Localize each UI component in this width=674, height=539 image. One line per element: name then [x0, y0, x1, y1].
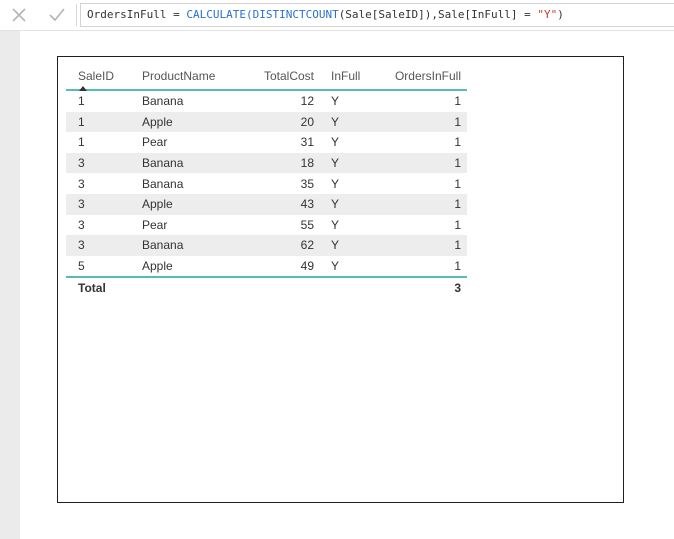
column-header-label: SaleID — [78, 69, 115, 83]
close-icon — [12, 8, 26, 22]
cell-productname: Banana — [130, 235, 234, 256]
column-header-label: OrdersInFull — [394, 69, 461, 83]
total-empty-cell — [234, 277, 314, 298]
checkmark-icon — [49, 8, 65, 22]
cell-ordersinfull: 1 — [379, 111, 467, 133]
table-row[interactable]: 5 Apple 49 Y 1 — [66, 255, 467, 279]
formula-input[interactable]: OrdersInFull = CALCULATE(DISTINCTCOUNT(S… — [80, 3, 674, 27]
data-table: SaleID ProductName TotalCost InFull Orde… — [66, 63, 467, 298]
cell-infull: Y — [314, 235, 379, 256]
cell-infull: Y — [314, 111, 379, 133]
measure-name: OrdersInFull — [87, 8, 167, 21]
table-row[interactable]: 1 Pear 31 Y 1 — [66, 132, 467, 153]
cell-ordersinfull: 1 — [379, 173, 467, 194]
column-header-ordersinfull[interactable]: OrdersInFull — [379, 63, 467, 91]
cell-totalcost: 31 — [234, 132, 314, 153]
total-empty-cell — [130, 277, 234, 298]
cell-saleid: 3 — [66, 173, 130, 194]
cell-ordersinfull: 1 — [379, 214, 467, 236]
table-row[interactable]: 3 Banana 18 Y 1 — [66, 152, 467, 174]
cell-productname: Banana — [130, 173, 234, 194]
cell-productname: Apple — [130, 111, 234, 133]
total-empty-cell — [314, 277, 379, 298]
cell-totalcost: 18 — [234, 152, 314, 174]
formula-arguments: (Sale[SaleID]),Sale[InFull] = — [338, 8, 538, 21]
sort-ascending-icon — [79, 86, 87, 91]
total-label: Total — [78, 281, 106, 296]
table-row[interactable]: 1 Banana 12 Y 1 — [66, 90, 467, 112]
cell-ordersinfull: 1 — [379, 255, 467, 279]
cell-totalcost: 55 — [234, 214, 314, 236]
cell-infull: Y — [314, 152, 379, 174]
cell-totalcost: 12 — [234, 90, 314, 112]
cell-saleid: 5 — [66, 255, 130, 279]
column-header-productname[interactable]: ProductName — [130, 63, 234, 91]
cell-saleid: 3 — [66, 214, 130, 236]
cell-totalcost: 35 — [234, 173, 314, 194]
table-row[interactable]: 3 Banana 62 Y 1 — [66, 235, 467, 256]
cell-totalcost: 43 — [234, 193, 314, 215]
close-paren: ) — [557, 8, 564, 21]
cell-ordersinfull: 1 — [379, 193, 467, 215]
cell-ordersinfull: 1 — [379, 152, 467, 174]
commit-formula-button[interactable] — [44, 4, 70, 26]
calculate-function: CALCULATE( — [186, 8, 253, 21]
left-pane-strip — [0, 30, 20, 539]
cancel-formula-button[interactable] — [6, 4, 32, 26]
formula-bar: OrdersInFull = CALCULATE(DISTINCTCOUNT(S… — [0, 0, 674, 31]
table-visual[interactable]: SaleID ProductName TotalCost InFull Orde… — [57, 56, 624, 503]
distinctcount-function: DISTINCTCOUNT — [252, 8, 339, 21]
cell-saleid: 1 — [66, 90, 130, 112]
cell-ordersinfull: 1 — [379, 90, 467, 112]
cell-infull: Y — [314, 173, 379, 194]
cell-productname: Pear — [130, 214, 234, 236]
cell-productname: Apple — [130, 193, 234, 215]
cell-ordersinfull: 1 — [379, 132, 467, 153]
cell-infull: Y — [314, 90, 379, 112]
cell-infull: Y — [314, 214, 379, 236]
column-header-label: ProductName — [142, 69, 216, 83]
cell-saleid: 3 — [66, 152, 130, 174]
table-row[interactable]: 3 Apple 43 Y 1 — [66, 193, 467, 215]
cell-totalcost: 62 — [234, 235, 314, 256]
cell-infull: Y — [314, 193, 379, 215]
cell-totalcost: 20 — [234, 111, 314, 133]
cell-totalcost: 49 — [234, 255, 314, 279]
table-row[interactable]: 1 Apple 20 Y 1 — [66, 111, 467, 133]
column-header-label: TotalCost — [263, 69, 314, 83]
cell-saleid: 3 — [66, 235, 130, 256]
cell-saleid: 1 — [66, 132, 130, 153]
total-row: Total 3 — [66, 277, 467, 298]
table-row[interactable]: 3 Banana 35 Y 1 — [66, 173, 467, 194]
cell-saleid: 1 — [66, 111, 130, 133]
table-header-row: SaleID ProductName TotalCost InFull Orde… — [66, 63, 467, 91]
cell-productname: Pear — [130, 132, 234, 153]
total-value: 3 — [454, 281, 461, 296]
equals-operator: = — [166, 8, 187, 21]
formula-bar-divider — [76, 4, 77, 26]
cell-ordersinfull: 1 — [379, 235, 467, 256]
column-header-label: InFull — [331, 69, 361, 83]
cell-productname: Apple — [130, 255, 234, 279]
cell-infull: Y — [314, 132, 379, 153]
column-header-totalcost[interactable]: TotalCost — [234, 63, 314, 91]
cell-productname: Banana — [130, 90, 234, 112]
cell-productname: Banana — [130, 152, 234, 174]
string-literal: "Y" — [537, 8, 558, 21]
cell-infull: Y — [314, 255, 379, 279]
table-body: 1 Banana 12 Y 1 1 Apple 20 Y 1 1 Pear 31… — [66, 90, 467, 298]
cell-saleid: 3 — [66, 193, 130, 215]
column-header-infull[interactable]: InFull — [314, 63, 379, 91]
table-row[interactable]: 3 Pear 55 Y 1 — [66, 214, 467, 236]
column-header-saleid[interactable]: SaleID — [66, 63, 130, 91]
